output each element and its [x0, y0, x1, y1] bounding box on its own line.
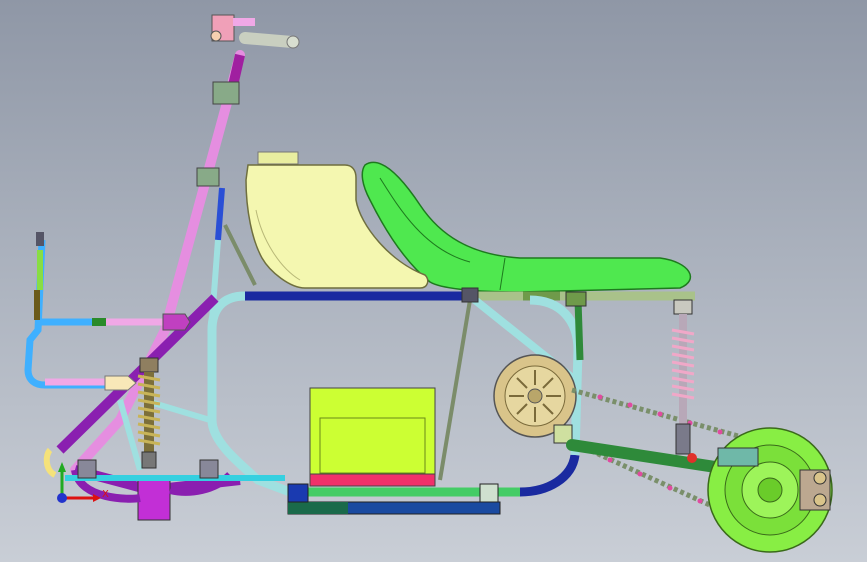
front-axle-block[interactable]: [137, 477, 171, 521]
minibike-frame-model: X: [24, 14, 833, 553]
battery[interactable]: [309, 387, 436, 487]
rear-shock[interactable]: [671, 299, 697, 463]
handlebar-grip[interactable]: [239, 32, 298, 48]
handlebar-assembly[interactable]: [210, 14, 300, 49]
tank-strut[interactable]: [438, 299, 472, 481]
frame-front-bend[interactable]: [207, 291, 246, 395]
steering-clamp-upper[interactable]: [212, 81, 240, 105]
triad-x-label: X: [102, 489, 109, 500]
front-brace[interactable]: [215, 187, 225, 241]
cad-viewport[interactable]: X: [0, 0, 867, 562]
rear-wheel-hub[interactable]: [707, 427, 833, 553]
swingarm[interactable]: [566, 439, 741, 476]
steering-clamp-lower[interactable]: [196, 167, 220, 187]
